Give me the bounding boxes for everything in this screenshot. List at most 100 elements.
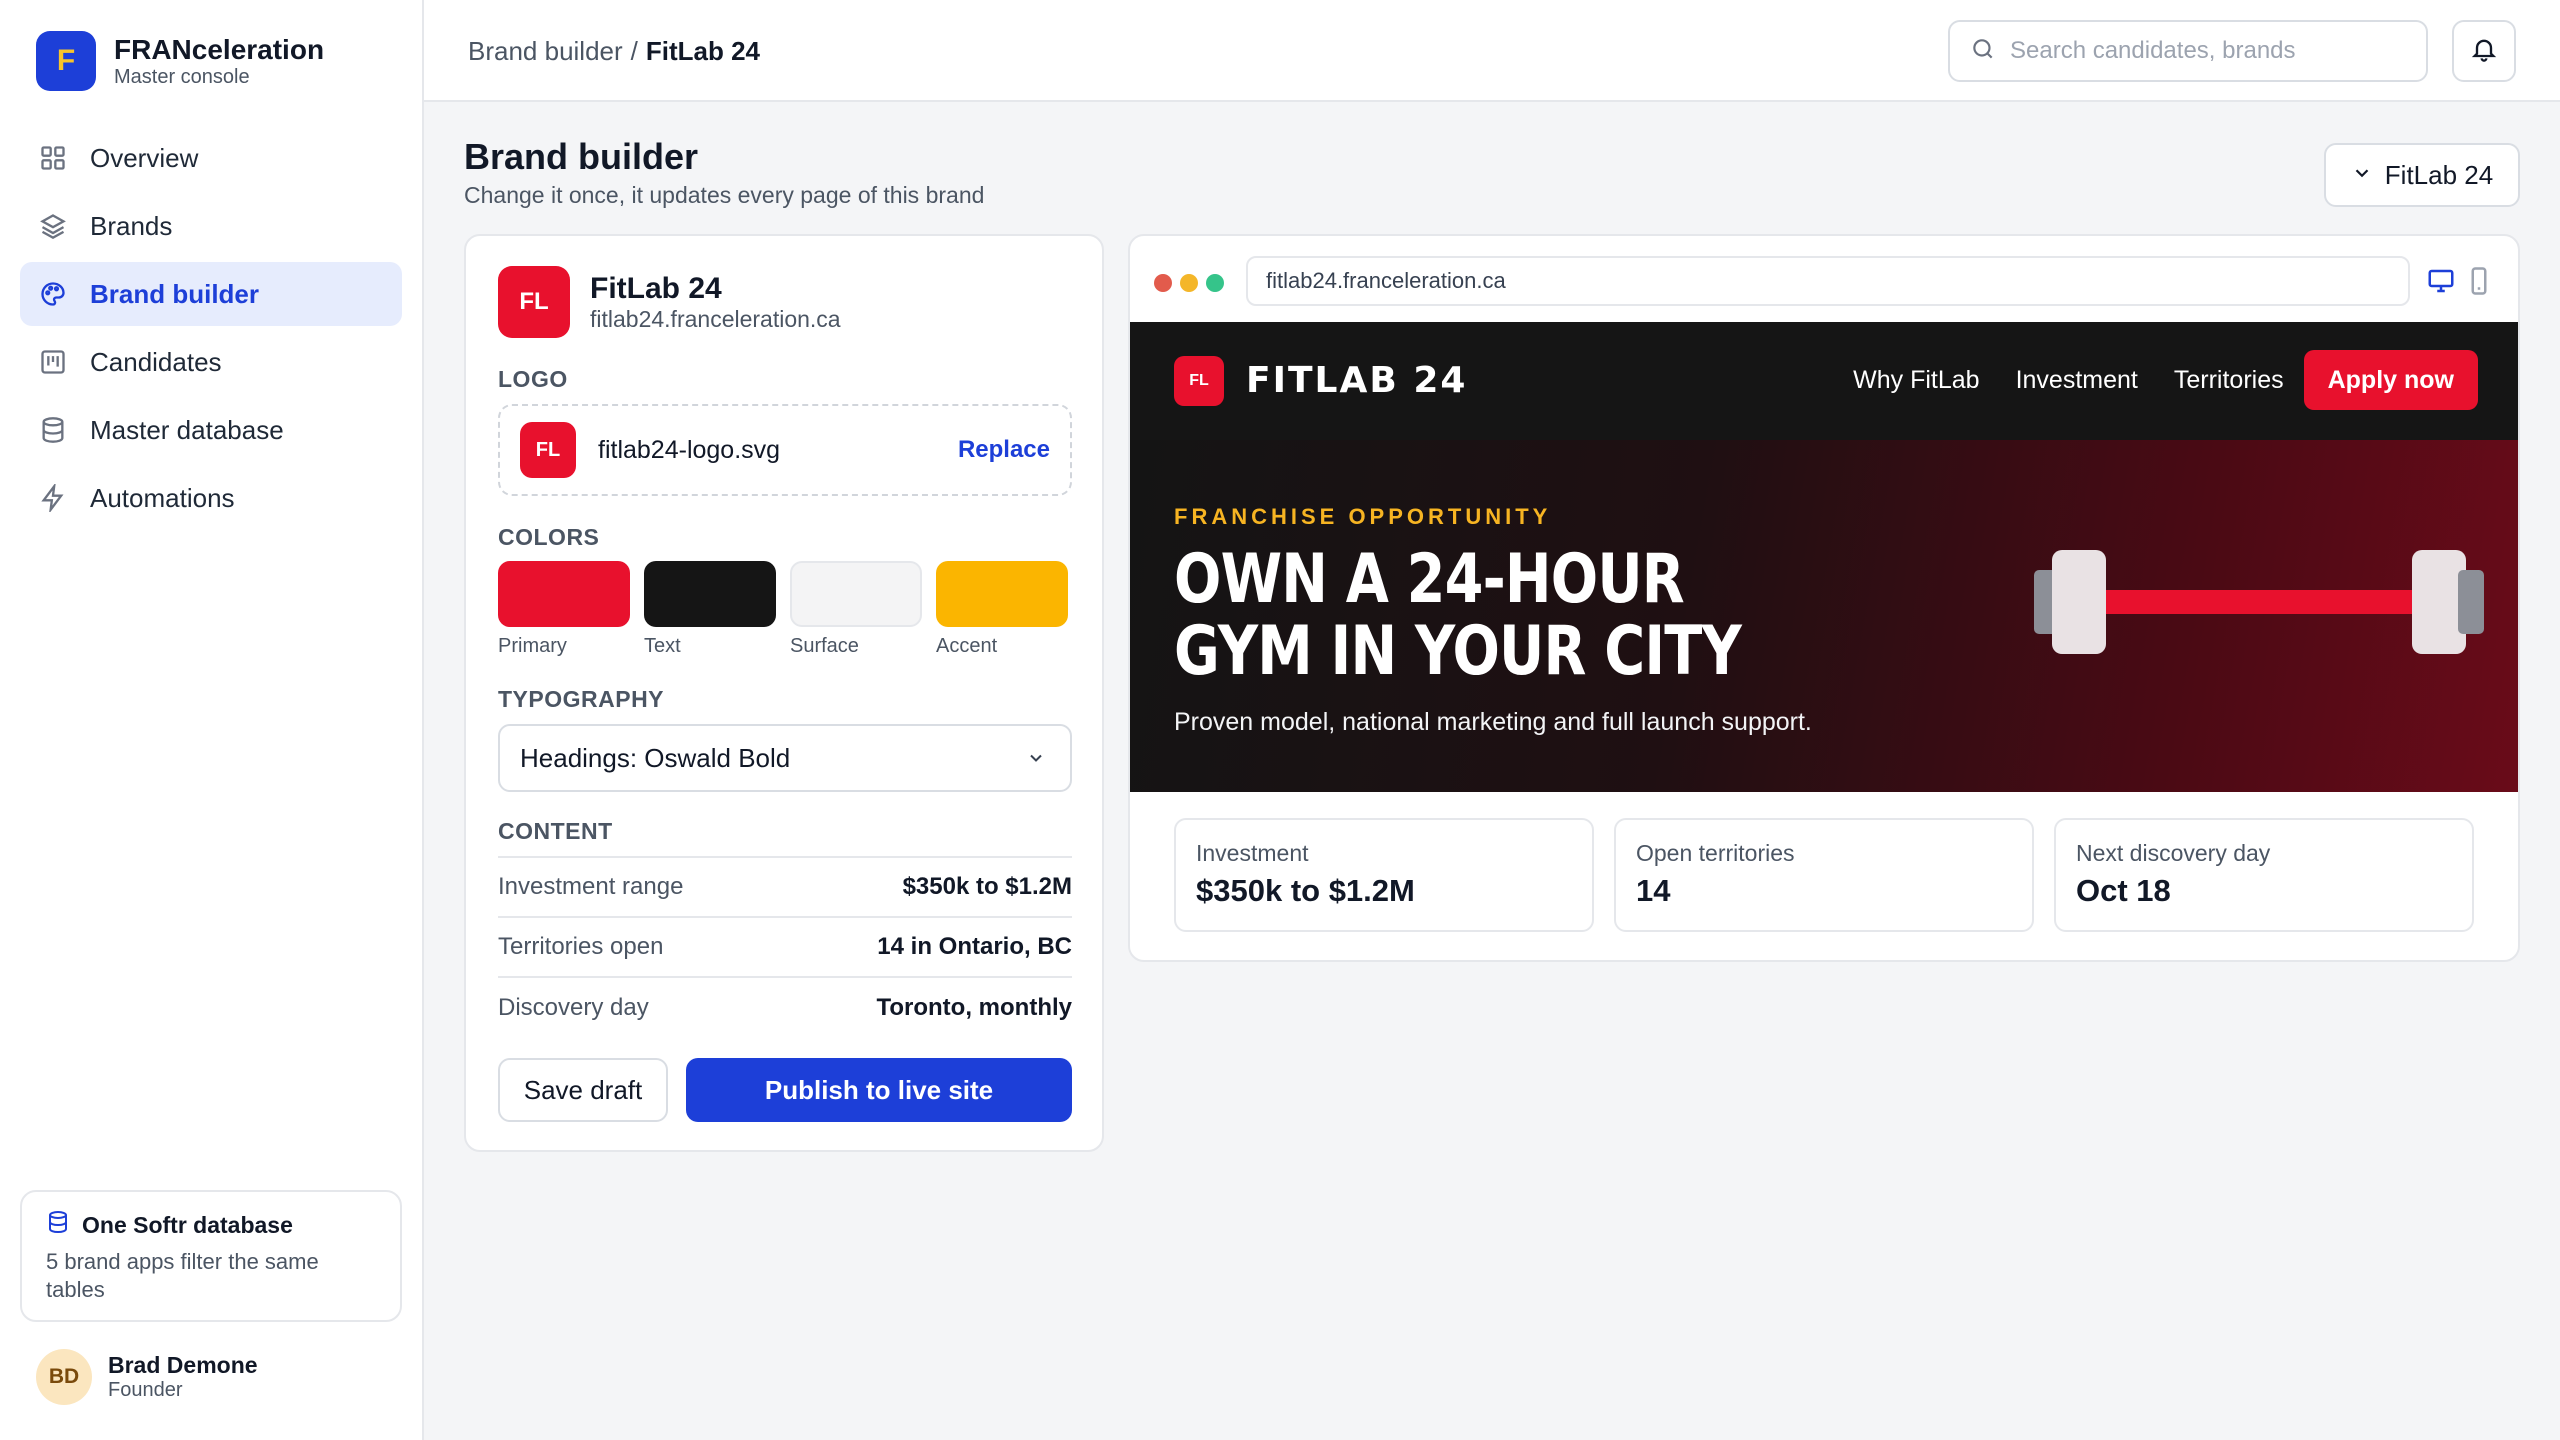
content-row[interactable]: Investment range $350k to $1.2M <box>498 858 1072 918</box>
search-box[interactable] <box>1948 20 2428 82</box>
sidebar-item-label: Candidates <box>90 346 222 377</box>
user-profile[interactable]: BD Brad Demone Founder <box>36 1349 258 1405</box>
site-link-investment[interactable]: Investment <box>2016 366 2138 395</box>
database-card-title: One Softr database <box>82 1211 293 1238</box>
content-value: 14 in Ontario, BC <box>877 933 1072 960</box>
typography-section-label: TYPOGRAPHY <box>498 686 665 712</box>
site-link-why[interactable]: Why FitLab <box>1853 366 1979 395</box>
color-chip[interactable] <box>790 561 922 627</box>
sidebar-item-candidates[interactable]: Candidates <box>20 330 402 394</box>
bolt-icon <box>38 483 68 513</box>
publish-button[interactable]: Publish to live site <box>686 1058 1072 1122</box>
save-draft-button[interactable]: Save draft <box>498 1058 668 1122</box>
logo-upload-box[interactable]: FL fitlab24-logo.svg Replace <box>498 404 1072 496</box>
stat-card: Investment $350k to $1.2M <box>1174 818 1594 932</box>
user-role: Founder <box>108 1379 183 1401</box>
page-title: Brand builder <box>464 136 699 177</box>
content-key: Discovery day <box>498 994 649 1021</box>
swatch-label: Surface <box>790 635 859 657</box>
database-card-description: 5 brand apps filter the same tables <box>46 1249 319 1302</box>
swatch-text[interactable]: Text <box>644 561 776 658</box>
database-info-card: One Softr database 5 brand apps filter t… <box>20 1190 402 1322</box>
app-name: FRANceleration <box>114 34 325 65</box>
site-nav-links: Why FitLab Investment Territories Apply … <box>1817 350 2478 410</box>
bell-icon <box>2470 35 2498 68</box>
breadcrumb-separator: / <box>630 36 638 66</box>
content-row[interactable]: Discovery day Toronto, monthly <box>498 978 1072 1038</box>
stat-card: Next discovery day Oct 18 <box>2054 818 2474 932</box>
hero-subline: Proven model, national marketing and ful… <box>1174 708 1812 736</box>
desktop-icon[interactable] <box>2426 266 2464 301</box>
window-dots <box>1154 274 1232 292</box>
stat-label: Open territories <box>1636 840 1795 866</box>
logo-filename: fitlab24-logo.svg <box>598 435 781 464</box>
user-name: Brad Demone <box>108 1352 258 1378</box>
window-dot-green <box>1206 274 1224 292</box>
device-toggle <box>2426 266 2502 301</box>
preview-url-bar[interactable]: fitlab24.franceleration.ca <box>1246 256 2410 306</box>
color-chip[interactable] <box>644 561 776 627</box>
preview-site-nav: FL FITLAB 24 Why FitLab Investment Terri… <box>1130 322 2518 440</box>
sidebar-item-brand-builder[interactable]: Brand builder <box>20 262 402 326</box>
typography-select[interactable]: Headings: Oswald Bold <box>498 724 1072 792</box>
layers-icon <box>38 211 68 241</box>
content-key: Territories open <box>498 933 664 960</box>
notifications-button[interactable] <box>2452 20 2516 82</box>
sidebar-item-master-database[interactable]: Master database <box>20 398 402 462</box>
brand-badge: FL <box>498 266 570 338</box>
mobile-icon[interactable] <box>2464 266 2502 301</box>
stat-value: $350k to $1.2M <box>1196 873 1415 908</box>
color-swatches: Primary Text Surface Accent <box>498 561 1082 658</box>
search-input[interactable] <box>2010 37 2410 65</box>
sidebar-item-label: Brands <box>90 210 173 241</box>
editor-header: FL FitLab 24 fitlab24.franceleration.ca <box>498 266 841 338</box>
chevron-down-icon <box>1030 754 1042 762</box>
swatch-label: Text <box>644 635 681 657</box>
typography-value: Headings: Oswald Bold <box>520 742 791 773</box>
stat-card: Open territories 14 <box>1614 818 2034 932</box>
breadcrumb-current: FitLab 24 <box>645 36 761 66</box>
site-link-territories[interactable]: Territories <box>2174 366 2284 395</box>
editor-brand-domain: fitlab24.franceleration.ca <box>590 306 841 332</box>
sidebar-item-label: Overview <box>90 142 199 173</box>
preview-stats: Investment $350k to $1.2M Open territori… <box>1174 818 2494 932</box>
sidebar-item-brands[interactable]: Brands <box>20 194 402 258</box>
search-icon <box>1970 36 1996 67</box>
stat-label: Investment <box>1196 840 1309 866</box>
sidebar-nav: Overview Brands Brand builder Candidates… <box>20 126 402 534</box>
grid-icon <box>38 143 68 173</box>
content-row[interactable]: Territories open 14 in Ontario, BC <box>498 918 1072 978</box>
swatch-label: Accent <box>936 635 998 657</box>
content-section-label: CONTENT <box>498 818 613 844</box>
site-brand-name: FITLAB 24 <box>1246 360 1468 401</box>
swatch-label: Primary <box>498 635 567 657</box>
sidebar-item-overview[interactable]: Overview <box>20 126 402 190</box>
app-brand[interactable]: F FRANceleration Master console <box>36 31 324 91</box>
replace-logo-button[interactable]: Replace <box>958 436 1050 464</box>
brand-selector-value: FitLab 24 <box>2384 159 2494 190</box>
colors-section-label: COLORS <box>498 524 600 550</box>
color-chip[interactable] <box>498 561 630 627</box>
brand-editor-panel: FL FitLab 24 fitlab24.franceleration.ca … <box>464 234 1104 1152</box>
hero-headline: OWN A 24-HOUR GYM IN YOUR CITY <box>1174 540 1742 691</box>
swatch-primary[interactable]: Primary <box>498 561 630 658</box>
content-key: Investment range <box>498 873 684 900</box>
sidebar-item-automations[interactable]: Automations <box>20 466 402 530</box>
avatar: BD <box>36 1349 92 1405</box>
color-chip[interactable] <box>936 561 1068 627</box>
hero-eyebrow: FRANCHISE OPPORTUNITY <box>1174 504 1552 529</box>
window-dot-red <box>1154 274 1172 292</box>
page-subtitle: Change it once, it updates every page of… <box>464 182 985 208</box>
kanban-icon <box>38 347 68 377</box>
dumbbell-icon <box>2034 550 2484 654</box>
swatch-accent[interactable]: Accent <box>936 561 1068 658</box>
top-bar: Brand builder / FitLab 24 <box>424 0 2560 102</box>
brand-selector[interactable]: FitLab 24 <box>2324 143 2520 207</box>
swatch-surface[interactable]: Surface <box>790 561 922 658</box>
stat-label: Next discovery day <box>2076 840 2271 866</box>
sidebar: F FRANceleration Master console Overview… <box>0 0 424 1440</box>
logo-section-label: LOGO <box>498 366 568 392</box>
apply-now-button[interactable]: Apply now <box>2303 350 2478 410</box>
breadcrumb-parent[interactable]: Brand builder <box>468 36 623 66</box>
site-logo: FL <box>1174 356 1224 406</box>
